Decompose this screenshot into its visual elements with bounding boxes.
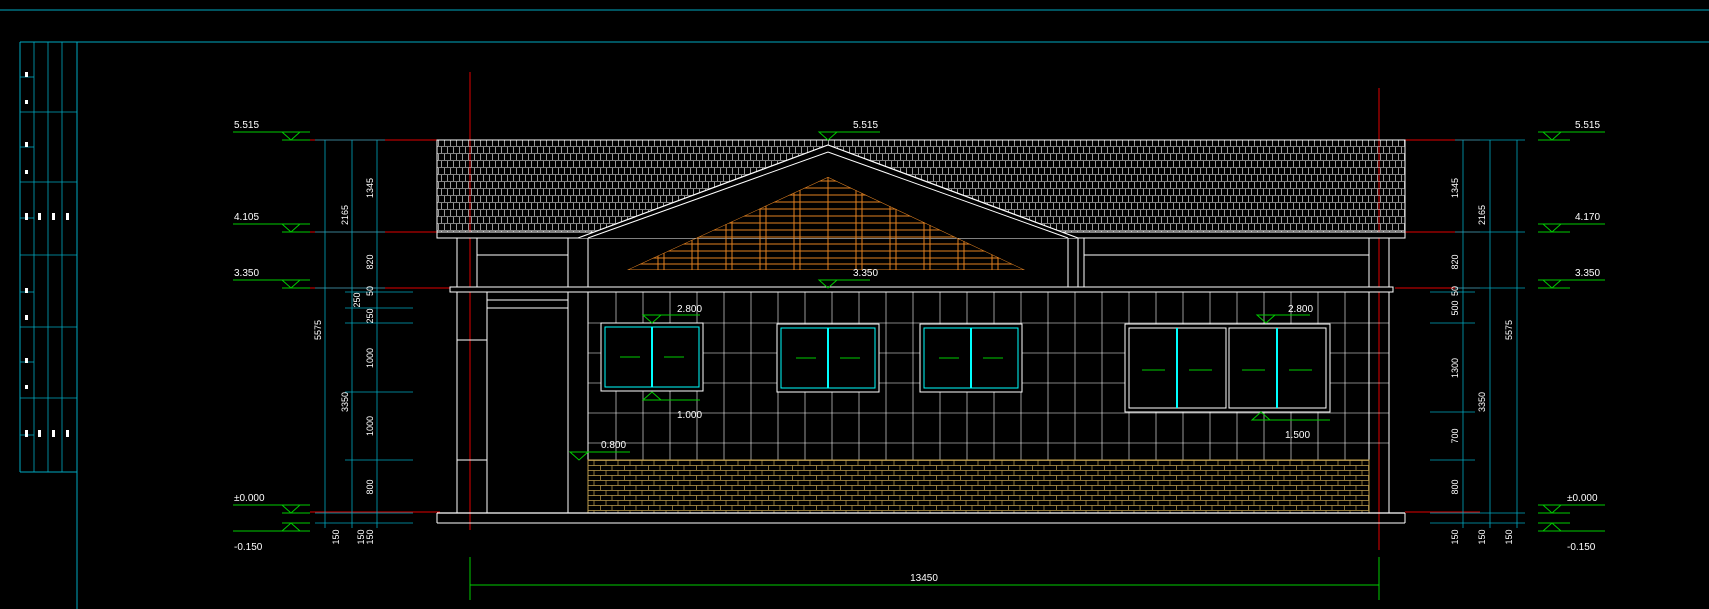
dim-right-seg-4: 500: [1450, 300, 1460, 315]
elev-window-sill-2: 1.500: [1285, 430, 1310, 441]
dim-right-seg-6: 700: [1450, 428, 1460, 443]
dim-right-seg-5: 1300: [1450, 358, 1460, 378]
brick-wainscot: [587, 459, 1370, 514]
dim-left-seg-1: 1345: [365, 178, 375, 198]
elev-left-0000: ±0.000: [234, 493, 265, 504]
dim-left-seg-3: 50: [365, 286, 375, 296]
dim-left-seg-8: 800: [365, 479, 375, 494]
elev-window-sill-1: 1.000: [677, 410, 702, 421]
dim-left-seg-6: 1000: [365, 348, 375, 368]
elev-left-4105: 4.105: [234, 212, 259, 223]
dim-left-seg-4: 250: [352, 292, 362, 307]
dim-right-seg-1: 1345: [1450, 178, 1460, 198]
dim-left-lower: 3350: [340, 392, 350, 412]
elev-left-5515: 5.515: [234, 120, 259, 131]
window-4: [1124, 323, 1331, 413]
dim-right-seg-3: 50: [1450, 286, 1460, 296]
dim-left-seg-7: 1000: [365, 416, 375, 436]
elev-right-0000: ±0.000: [1567, 493, 1598, 504]
building-elevation: [436, 139, 1406, 524]
elev-right-minus0150: -0.150: [1567, 542, 1596, 553]
dim-right-lower: 3350: [1477, 392, 1487, 412]
dim-right-upper: 2165: [1477, 205, 1487, 225]
dim-right-bottom-1: 150: [1450, 529, 1460, 544]
elev-window-top-1: 2.800: [677, 304, 702, 315]
dim-left-seg-5: 250: [365, 308, 375, 323]
porch-beam: [449, 286, 1394, 293]
elev-right-4170: 4.170: [1575, 212, 1600, 223]
elev-ridge: 5.515: [853, 120, 878, 131]
elev-window-top-2: 2.800: [1288, 304, 1313, 315]
dim-left-bottom-1: 150: [331, 529, 341, 544]
cad-drawing-canvas: 5.515 4.105 3.350 ±0.000 -0.150 5.515 4.…: [0, 9, 1709, 609]
elev-left-3350: 3.350: [234, 268, 259, 279]
title-block-marks: [25, 72, 69, 437]
dim-left-total: 5575: [313, 320, 323, 340]
window-3: [919, 323, 1023, 393]
dim-right-bottom-2: 150: [1477, 529, 1487, 544]
dim-overall-width: 13450: [910, 573, 938, 584]
dim-right-bottom-3: 150: [1504, 529, 1514, 544]
dim-left-upper: 2165: [340, 205, 350, 225]
elev-porch: 3.350: [853, 268, 878, 279]
dim-left-bottom-3: 150: [365, 529, 375, 544]
dim-right-seg-2: 820: [1450, 254, 1460, 269]
window-2: [776, 323, 880, 393]
dim-right-total: 5575: [1504, 320, 1514, 340]
dim-left-seg-2: 820: [365, 254, 375, 269]
elev-left-minus0150: -0.150: [234, 542, 263, 553]
elev-wainscot: 0.800: [601, 440, 626, 451]
elev-right-3350: 3.350: [1575, 268, 1600, 279]
entry-door: [486, 307, 569, 514]
dim-right-seg-7: 800: [1450, 479, 1460, 494]
title-block: [20, 42, 77, 472]
elev-right-5515: 5.515: [1575, 120, 1600, 131]
window-1: [600, 322, 704, 392]
